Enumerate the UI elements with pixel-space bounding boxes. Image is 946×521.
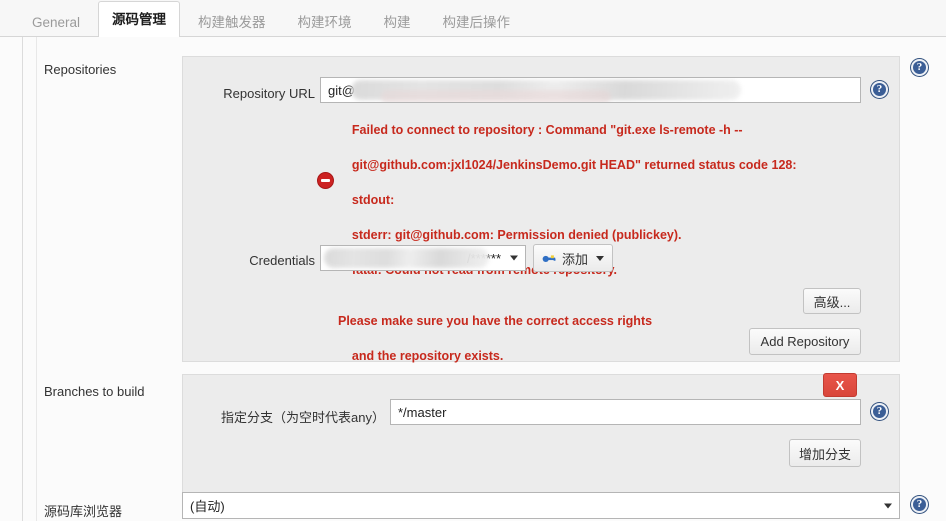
chevron-down-icon-repository-browser	[884, 503, 892, 508]
repository-url-input[interactable]: git@	[320, 77, 861, 103]
credentials-label: Credentials	[249, 253, 315, 268]
add-credentials-label: 添加	[562, 251, 589, 267]
help-icon-branch-specifier[interactable]: ?	[871, 403, 888, 420]
error-line-3: stdout:	[351, 192, 395, 207]
branches-to-build-label: Branches to build	[44, 384, 145, 399]
tab-source-code-management[interactable]: 源码管理	[98, 1, 181, 38]
help-icon-repository-browser[interactable]: ?	[911, 496, 928, 513]
error-line-4: stderr: git@github.com: Permission denie…	[351, 227, 682, 242]
tab-build-environment[interactable]: 构建环境	[284, 7, 366, 37]
left-rail-divider	[22, 37, 23, 521]
repository-browser-select[interactable]: (自动)	[182, 492, 900, 519]
delete-branch-button[interactable]: X	[823, 373, 857, 397]
tab-general[interactable]: General	[18, 7, 94, 37]
tab-post-build-actions[interactable]: 构建后操作	[429, 7, 525, 37]
repository-url-label: Repository URL	[223, 86, 315, 101]
repository-browser-label: 源码库浏览器	[44, 504, 123, 519]
chevron-down-icon-credentials	[510, 255, 518, 261]
help-icon-repositories[interactable]: ?	[911, 59, 928, 76]
add-branch-button[interactable]: 增加分支	[789, 439, 861, 467]
tab-build-triggers[interactable]: 构建触发器	[184, 7, 280, 37]
error-stop-icon	[317, 172, 334, 189]
chevron-down-icon-add-credentials	[596, 255, 605, 261]
credentials-redaction	[324, 248, 489, 268]
repository-url-redaction-2	[381, 90, 611, 102]
key-icon	[542, 255, 556, 263]
repositories-label: Repositories	[44, 62, 117, 77]
repository-browser-value: (自动)	[190, 499, 225, 514]
error-line-7: and the repository exists.	[351, 348, 504, 363]
tab-build[interactable]: 构建	[370, 7, 425, 37]
help-icon-repository-url[interactable]: ?	[871, 81, 888, 98]
left-rail-divider-inner	[36, 37, 37, 521]
config-form: Repositories ? Repository URL git@ ? Fai…	[0, 37, 946, 521]
branch-specifier-input[interactable]: */master	[390, 399, 861, 425]
add-repository-button[interactable]: Add Repository	[749, 328, 861, 355]
error-line-1: Failed to connect to repository : Comman…	[351, 122, 743, 137]
error-icon-bar	[321, 179, 330, 182]
tab-bar: General 源码管理 构建触发器 构建环境 构建 构建后操作	[0, 0, 946, 38]
credentials-select[interactable]: /******	[320, 245, 526, 271]
advanced-button[interactable]: 高级...	[803, 288, 861, 314]
branches-panel	[182, 374, 900, 500]
add-credentials-button[interactable]: 添加	[533, 244, 613, 272]
branch-specifier-label: 指定分支（为空时代表any）	[221, 410, 385, 425]
error-line-2: git@github.com:jxl1024/JenkinsDemo.git H…	[351, 157, 797, 172]
